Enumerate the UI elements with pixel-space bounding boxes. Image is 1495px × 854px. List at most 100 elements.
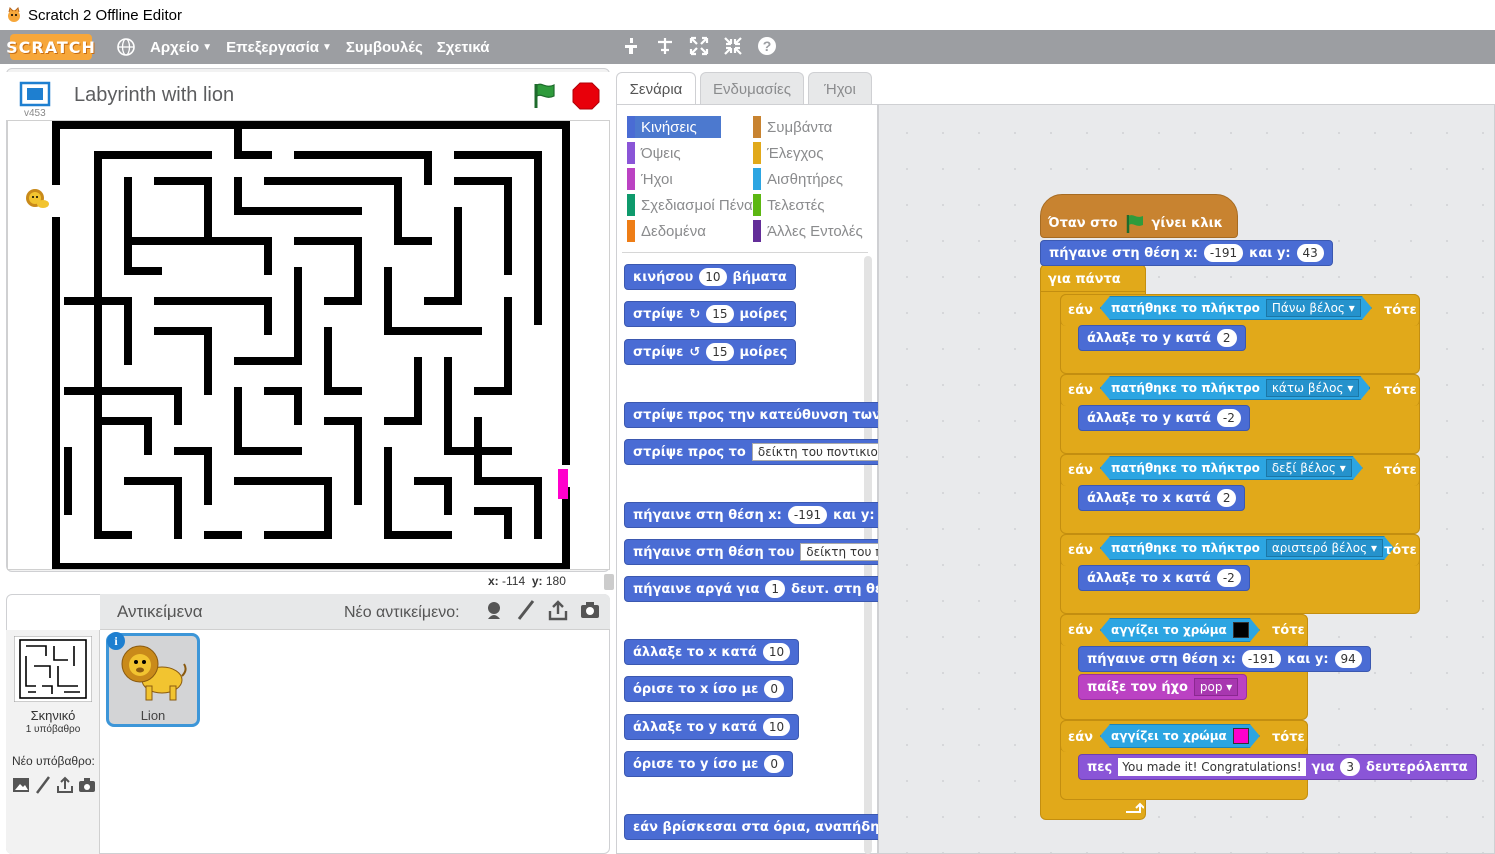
if-label: εάν [1068,623,1094,638]
camera-backdrop-icon[interactable] [78,776,96,794]
stage-resize-handle[interactable] [604,574,614,590]
block-input[interactable]: -191 [787,506,828,524]
backdrop-thumbnail[interactable] [14,636,92,702]
color-swatch-black[interactable] [1233,622,1249,638]
stop-icon[interactable] [572,82,600,110]
key-pressed-block[interactable]: πατήθηκε το πλήκτρο αριστερό βέλος ▾ [1100,536,1394,560]
fullscreen-icon[interactable] [18,80,52,108]
project-title[interactable]: Labyrinth with lion [74,84,234,107]
block-dropdown[interactable]: δείκτη του ποντικιού [751,443,878,461]
block-input[interactable]: 10 [762,643,791,661]
scratch-logo[interactable]: SCRATCH [6,34,95,60]
paint-sprite-icon[interactable] [514,598,538,622]
key-pressed-block[interactable]: πατήθηκε το πλήκτρο δεξί βέλος ▾ [1100,456,1363,480]
block-input[interactable]: 15 [706,343,734,361]
lion-sprite[interactable] [24,187,50,213]
block-turn-left[interactable]: στρίψε ↺ 15 μοίρες [624,339,797,365]
tab-costumes[interactable]: Ενδυμασίες [700,72,804,105]
upload-backdrop-icon[interactable] [56,776,74,794]
menu-edit[interactable]: Επεξεργασία ▼ [226,39,332,56]
key-dropdown[interactable]: κάτω βέλος ▾ [1266,379,1360,397]
category-right-1[interactable]: Έλεγχος [753,142,824,164]
x-input[interactable]: -191 [1203,244,1244,262]
category-left-4[interactable]: Δεδομένα [627,220,706,242]
block-input[interactable]: 10 [762,718,791,736]
block-goto-xy[interactable]: πήγαινε στη θέση x: -191 και y: [624,502,878,528]
menu-tips-label: Συμβουλές [345,38,423,56]
category-right-4[interactable]: Άλλες Εντολές [753,220,863,242]
category-right-3[interactable]: Τελεστές [753,194,825,216]
key-pressed-block[interactable]: πατήθηκε το πλήκτρο κάτω βέλος ▾ [1100,376,1370,400]
menu-about[interactable]: Σχετικά [437,39,490,56]
tab-sounds[interactable]: Ήχοι [808,72,872,105]
block-text: πήγαινε στη θέση του [633,544,795,560]
sprite-library-icon[interactable] [482,598,506,622]
delete-icon[interactable] [654,35,676,57]
change-by-block[interactable]: άλλαξε το x κατά 2 [1078,485,1246,511]
block-point-towards[interactable]: στρίψε προς το δείκτη του ποντικιού [624,439,878,465]
block-text: μοίρες [739,344,788,360]
category-right-2[interactable]: Αισθητήρες [753,168,843,190]
block-input[interactable]: 0 [764,755,785,773]
category-left-2[interactable]: Ήχοι [627,168,673,190]
help-icon[interactable]: ? [756,35,778,57]
value-input[interactable]: 2 [1216,329,1237,347]
value-input[interactable]: -2 [1216,409,1241,427]
goto-xy-block[interactable]: πήγαινε στη θέση x: -191 και y: 94 [1078,646,1371,672]
seconds-input[interactable]: 3 [1340,758,1361,776]
grow-icon[interactable] [688,35,710,57]
key-dropdown[interactable]: αριστερό βέλος ▾ [1266,539,1383,557]
goto-xy-block[interactable]: πήγαινε στη θέση x: -191 και y: 43 [1040,240,1333,266]
block-bounce[interactable]: εάν βρίσκεσαι στα όρια, αναπήδη [624,814,878,840]
category-left-3[interactable]: Σχεδιασμοί Πένας [627,194,760,216]
tab-scripts[interactable]: Σενάρια [616,72,696,106]
block-dropdown[interactable]: δείκτη του π [800,543,878,561]
block-change-x[interactable]: άλλαξε το x κατά 10 [624,639,800,665]
menu-file[interactable]: Αρχείο ▼ [150,39,212,56]
block-set-y[interactable]: όρισε το y ίσο με 0 [624,751,794,777]
block-set-x[interactable]: όρισε το x ίσο με 0 [624,676,793,702]
upload-sprite-icon[interactable] [546,598,570,622]
block-change-y[interactable]: άλλαξε το y κατά 10 [624,714,800,740]
category-left-0[interactable]: Κινήσεις [627,116,721,138]
x-input[interactable]: -191 [1241,650,1282,668]
key-pressed-block[interactable]: πατήθηκε το πλήκτρο Πάνω βέλος ▾ [1100,296,1372,320]
touching-color-block[interactable]: αγγίζει το χρώμα [1100,724,1260,748]
block-turn-right[interactable]: στρίψε ↻ 15 μοίρες [624,301,797,327]
info-icon[interactable]: i [107,632,125,650]
block-point-direction[interactable]: στρίψε προς την κατεύθυνση των [624,402,878,428]
say-for-secs-block[interactable]: πες You made it! Congratulations! για 3 … [1078,754,1477,780]
change-by-block[interactable]: άλλαξε το y κατά -2 [1078,405,1250,431]
category-left-1[interactable]: Όψεις [627,142,681,164]
key-dropdown[interactable]: Πάνω βέλος ▾ [1266,299,1361,317]
key-dropdown[interactable]: δεξί βέλος ▾ [1266,459,1352,477]
block-input[interactable]: 1 [765,580,786,598]
block-input[interactable]: 0 [764,680,784,698]
block-move-steps[interactable]: κινήσου 10 βήματα [624,264,796,290]
value-input[interactable]: 2 [1216,489,1237,507]
touching-color-block[interactable]: αγγίζει το χρώμα [1100,618,1260,642]
duplicate-icon[interactable] [620,35,642,57]
block-glide[interactable]: πήγαινε αργά για 1 δευτ. στη θέ [624,576,878,602]
paint-backdrop-icon[interactable] [34,776,52,794]
category-right-0[interactable]: Συμβάντα [753,116,832,138]
color-swatch-pink[interactable] [1233,728,1249,744]
value-input[interactable]: -2 [1216,569,1241,587]
y-input[interactable]: 43 [1296,244,1324,262]
block-input[interactable]: 15 [706,305,734,323]
message-input[interactable]: You made it! Congratulations! [1118,758,1306,776]
change-by-block[interactable]: άλλαξε το y κατά 2 [1078,325,1246,351]
green-flag-icon[interactable] [530,80,560,110]
camera-sprite-icon[interactable] [578,598,602,622]
block-goto-target[interactable]: πήγαινε στη θέση του δείκτη του π [624,539,878,565]
menu-tips[interactable]: Συμβουλές [346,39,423,56]
play-sound-block[interactable]: παίξε τον ήχο pop ▾ [1078,674,1248,700]
stage-canvas[interactable] [7,120,610,570]
language-globe-icon[interactable] [116,37,136,57]
y-input[interactable]: 94 [1334,650,1362,668]
change-by-block[interactable]: άλλαξε το x κατά -2 [1078,565,1250,591]
block-input[interactable]: 10 [699,268,727,286]
backdrop-library-icon[interactable] [12,776,30,794]
shrink-icon[interactable] [722,35,744,57]
sound-dropdown[interactable]: pop ▾ [1193,678,1239,696]
